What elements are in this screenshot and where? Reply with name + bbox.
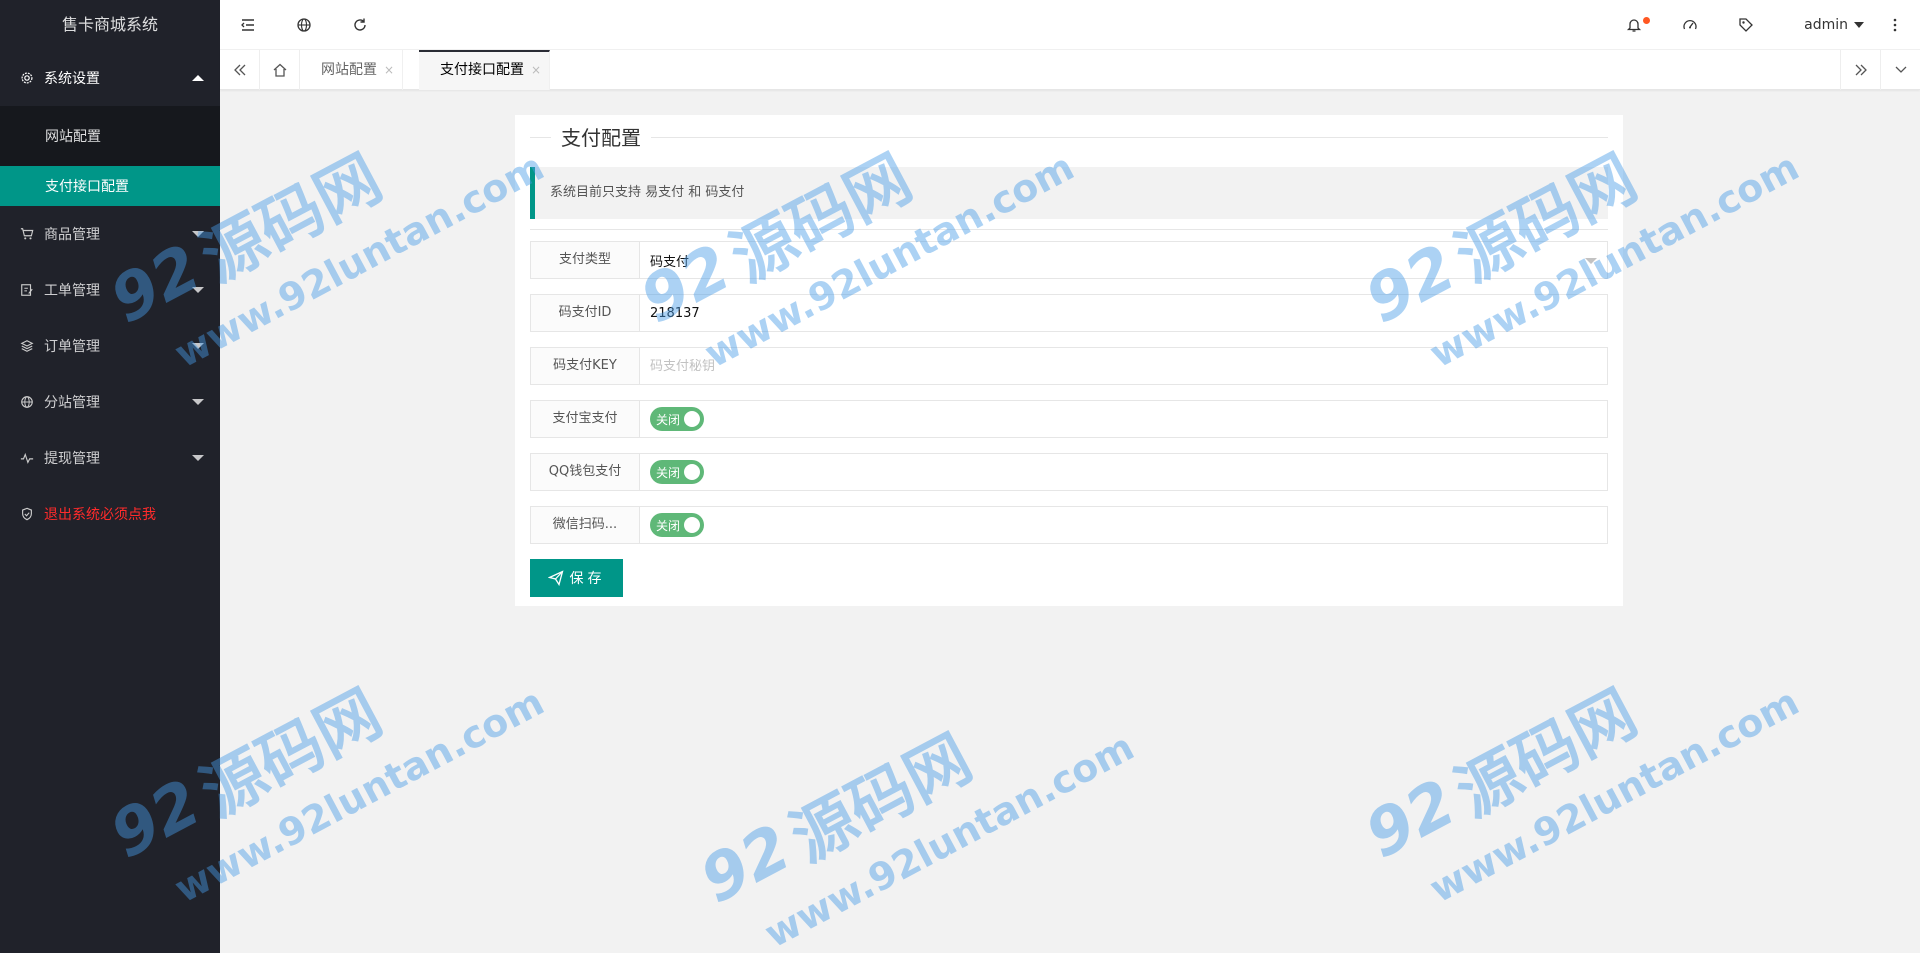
form-row-pay-id: 码支付ID (530, 294, 1608, 332)
more-vertical-icon[interactable] (1870, 0, 1920, 50)
close-icon[interactable]: × (384, 50, 394, 90)
wechat-field: 关闭 (640, 506, 1608, 544)
sidebar-item-tickets[interactable]: 工单管理 (0, 262, 220, 318)
chevron-up-icon (192, 75, 204, 81)
sidebar-item-label: 订单管理 (44, 339, 100, 355)
qq-wallet-toggle[interactable]: 关闭 (650, 460, 704, 484)
pay-id-field[interactable] (640, 294, 1608, 332)
app-logo: 售卡商城系统 (61, 15, 158, 34)
tag-icon[interactable] (1718, 0, 1774, 50)
save-button[interactable]: 保存 (530, 559, 623, 597)
toggle-knob (684, 464, 700, 480)
tabs-scroll-left-icon[interactable] (220, 50, 260, 90)
tab-site-config[interactable]: 网站配置 × (300, 50, 403, 90)
select-value: 码支付 (650, 254, 690, 270)
notification-dot (1643, 17, 1650, 24)
bell-icon[interactable] (1606, 0, 1662, 50)
sidebar-item-substations[interactable]: 分站管理 (0, 374, 220, 430)
notice-blockquote: 系统目前只支持 易支付 和 码支付 (530, 167, 1608, 219)
payment-type-select[interactable]: 码支付 (640, 241, 1608, 279)
dashboard-icon[interactable] (1662, 0, 1718, 50)
toggle-knob (684, 411, 700, 427)
cart-icon (20, 227, 34, 241)
toggle-label: 关闭 (656, 518, 681, 533)
refresh-icon[interactable] (332, 0, 388, 50)
gear-icon (20, 71, 34, 85)
payment-config-card: 支付配置 系统目前只支持 易支付 和 码支付 支付类型 码支付 码支付ID 码支… (515, 115, 1623, 606)
pay-id-input[interactable] (650, 305, 1607, 321)
globe-icon (20, 395, 34, 409)
sidebar: 售卡商城系统 系统设置 网站配置 支付接口配置 商品管理 工单管理 订单管理 分… (0, 0, 220, 953)
sidebar-item-label: 分站管理 (44, 395, 100, 411)
legend-divider (530, 137, 1608, 138)
divider (530, 229, 1608, 230)
field-label: 支付类型 (530, 241, 640, 279)
menu-fold-icon[interactable] (220, 0, 276, 50)
sidebar-item-products[interactable]: 商品管理 (0, 206, 220, 262)
sidebar-item-orders[interactable]: 订单管理 (0, 318, 220, 374)
field-label: 微信扫码... (530, 506, 640, 544)
alipay-field: 关闭 (640, 400, 1608, 438)
send-icon (547, 570, 563, 586)
toggle-knob (684, 517, 700, 533)
chevron-down-icon (192, 455, 204, 461)
tab-label: 网站配置 (321, 62, 377, 78)
tabs-menu-chevron-down-icon[interactable] (1880, 50, 1920, 90)
form-row-qq-wallet: QQ钱包支付 关闭 (530, 453, 1608, 491)
user-name: admin (1804, 17, 1848, 33)
sidebar-item-system-settings[interactable]: 系统设置 (0, 50, 220, 106)
form-row-wechat: 微信扫码... 关闭 (530, 506, 1608, 544)
toggle-label: 关闭 (656, 412, 681, 427)
form-row-alipay: 支付宝支付 关闭 (530, 400, 1608, 438)
watermark: 92 源码网 www.92luntan.com (1354, 676, 1806, 912)
toggle-label: 关闭 (656, 465, 681, 480)
sidebar-subitem-payment-config[interactable]: 支付接口配置 (0, 166, 220, 206)
tab-label: 支付接口配置 (440, 62, 524, 78)
ticket-icon (20, 283, 34, 297)
tabs-scroll-right-icon[interactable] (1840, 50, 1880, 90)
sidebar-item-withdrawals[interactable]: 提现管理 (0, 430, 220, 486)
alipay-toggle[interactable]: 关闭 (650, 407, 704, 431)
chevron-down-icon (192, 231, 204, 237)
chevron-down-icon (192, 399, 204, 405)
field-label: 码支付ID (530, 294, 640, 332)
user-menu[interactable]: admin (1804, 0, 1864, 50)
save-label: 保存 (569, 571, 606, 587)
sidebar-item-label: 商品管理 (44, 227, 100, 243)
sidebar-subitem-site-config[interactable]: 网站配置 (0, 106, 220, 166)
field-label: 码支付KEY (530, 347, 640, 385)
wechat-toggle[interactable]: 关闭 (650, 513, 704, 537)
sidebar-item-label: 提现管理 (44, 451, 100, 467)
chevron-down-icon (192, 343, 204, 349)
globe-icon[interactable] (276, 0, 332, 50)
field-label: QQ钱包支付 (530, 453, 640, 491)
sidebar-item-label: 工单管理 (44, 283, 100, 299)
home-icon[interactable] (260, 50, 300, 90)
top-header: admin (220, 0, 1920, 50)
qq-wallet-field: 关闭 (640, 453, 1608, 491)
form-row-pay-key: 码支付KEY (530, 347, 1608, 385)
sidebar-item-label: 退出系统必须点我 (44, 507, 156, 523)
pulse-icon (20, 451, 34, 465)
caret-down-icon (1854, 22, 1864, 28)
dropdown-arrow-icon (1585, 258, 1597, 264)
watermark: 92 源码网 www.92luntan.com (689, 721, 1141, 953)
sidebar-subnav: 网站配置 支付接口配置 (0, 106, 220, 206)
close-icon[interactable]: × (531, 52, 541, 88)
form-row-payment-type: 支付类型 码支付 (530, 241, 1608, 279)
tab-payment-config[interactable]: 支付接口配置 × (419, 50, 550, 90)
page-title: 支付配置 (551, 125, 651, 151)
chevron-down-icon (192, 287, 204, 293)
pay-key-field[interactable] (640, 347, 1608, 385)
sidebar-item-label: 系统设置 (44, 71, 100, 87)
tabs-bar: 网站配置 × 支付接口配置 × (220, 50, 1920, 90)
shield-icon (20, 507, 34, 521)
layers-icon (20, 339, 34, 353)
field-label: 支付宝支付 (530, 400, 640, 438)
sidebar-item-logout[interactable]: 退出系统必须点我 (0, 486, 220, 542)
pay-key-input[interactable] (650, 358, 1607, 374)
